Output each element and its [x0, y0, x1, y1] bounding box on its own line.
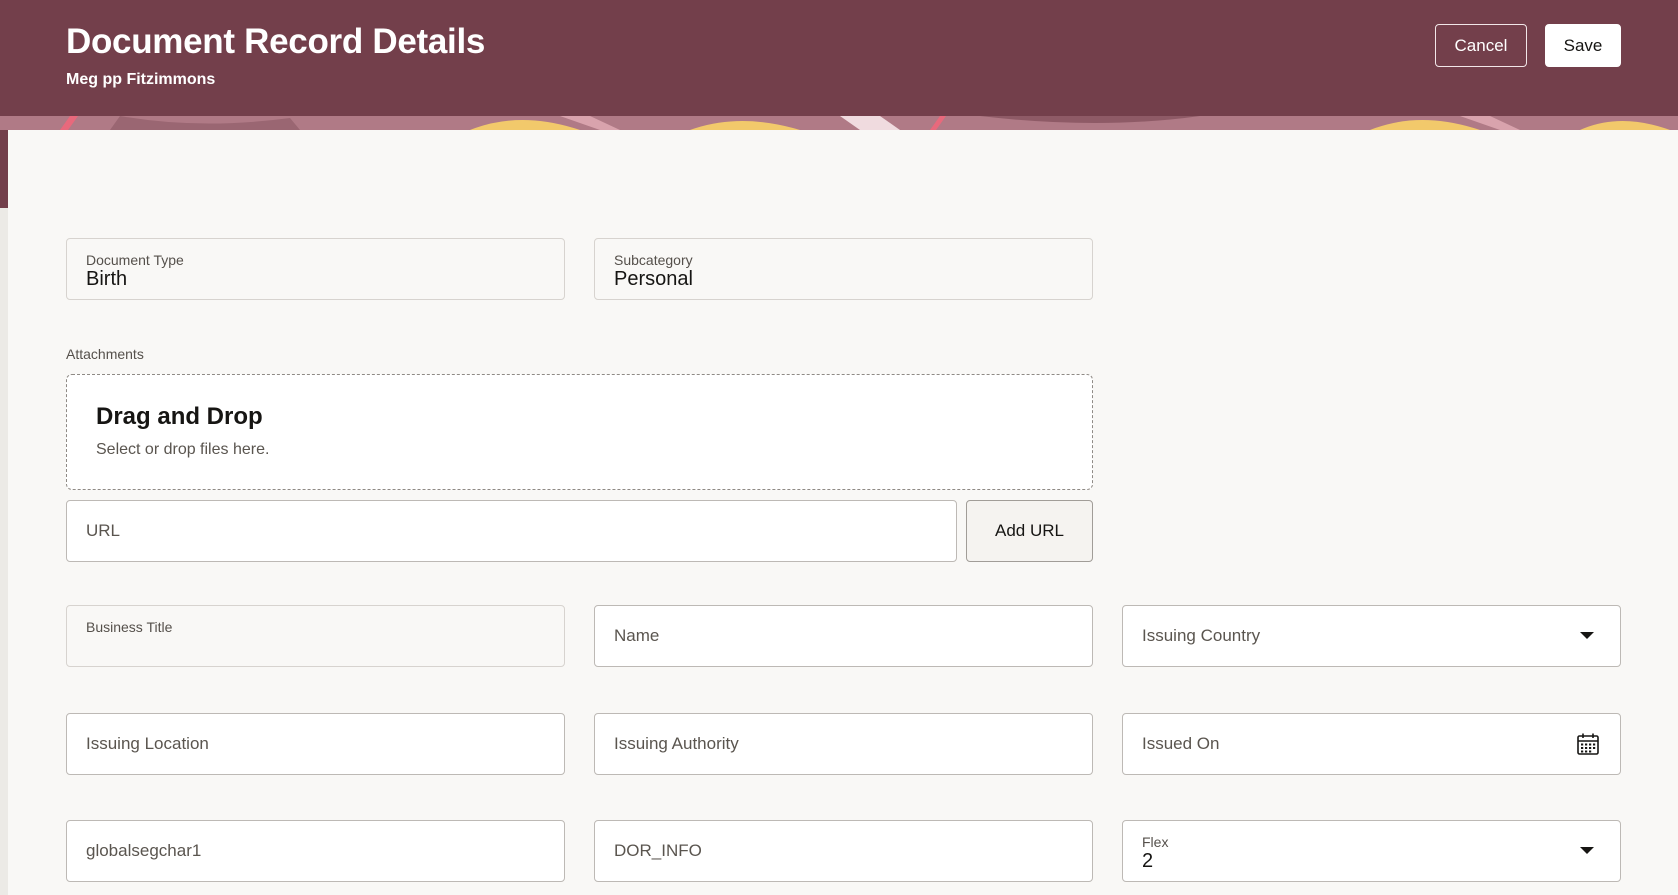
- subcategory-value: Personal: [614, 268, 693, 290]
- document-type-field: Document Type Birth: [66, 238, 565, 300]
- chevron-down-icon[interactable]: [1580, 632, 1594, 639]
- issuing-authority-placeholder: Issuing Authority: [614, 734, 739, 753]
- page-title: Document Record Details: [66, 22, 486, 61]
- attachments-dropzone[interactable]: Drag and Drop Select or drop files here.: [66, 374, 1093, 490]
- dropzone-title: Drag and Drop: [96, 403, 263, 430]
- page-subtitle: Meg pp Fitzimmons: [66, 71, 216, 88]
- issuing-location-placeholder: Issuing Location: [86, 734, 209, 753]
- business-title-field: Business Title: [66, 605, 565, 667]
- cancel-button[interactable]: Cancel: [1435, 24, 1527, 67]
- document-type-label: Document Type: [86, 252, 184, 268]
- globalsegchar1-input[interactable]: globalsegchar1: [66, 820, 565, 882]
- issuing-country-placeholder: Issuing Country: [1142, 626, 1261, 645]
- calendar-icon[interactable]: [1576, 732, 1600, 756]
- left-edge-texture: [0, 208, 8, 895]
- issuing-location-input[interactable]: Issuing Location: [66, 713, 565, 775]
- document-type-value: Birth: [86, 268, 128, 290]
- flex-label: Flex: [1142, 834, 1169, 850]
- url-placeholder: URL: [86, 521, 121, 540]
- dor-info-placeholder: DOR_INFO: [614, 841, 702, 860]
- issuing-authority-input[interactable]: Issuing Authority: [594, 713, 1093, 775]
- name-input[interactable]: Name: [594, 605, 1093, 667]
- subcategory-field: Subcategory Personal: [594, 238, 1093, 300]
- business-title-label: Business Title: [86, 619, 173, 635]
- subcategory-label: Subcategory: [614, 252, 693, 268]
- header-edge: [0, 130, 8, 208]
- url-input[interactable]: URL: [66, 500, 957, 562]
- name-placeholder: Name: [614, 626, 660, 645]
- save-button[interactable]: Save: [1545, 24, 1621, 67]
- page-header: [0, 0, 1678, 130]
- chevron-down-icon[interactable]: [1580, 847, 1594, 854]
- flex-select[interactable]: Flex 2: [1122, 820, 1621, 882]
- issued-on-placeholder: Issued On: [1142, 734, 1220, 753]
- dor-info-input[interactable]: DOR_INFO: [594, 820, 1093, 882]
- flex-value: 2: [1142, 850, 1154, 872]
- issuing-country-select[interactable]: Issuing Country: [1122, 605, 1621, 667]
- globalsegchar1-placeholder: globalsegchar1: [86, 841, 202, 860]
- dropzone-subtitle: Select or drop files here.: [96, 441, 270, 458]
- decorative-pattern: [0, 116, 1678, 130]
- add-url-button[interactable]: Add URL: [966, 500, 1093, 562]
- attachments-label: Attachments: [66, 346, 144, 362]
- issued-on-date-input[interactable]: Issued On: [1122, 713, 1621, 775]
